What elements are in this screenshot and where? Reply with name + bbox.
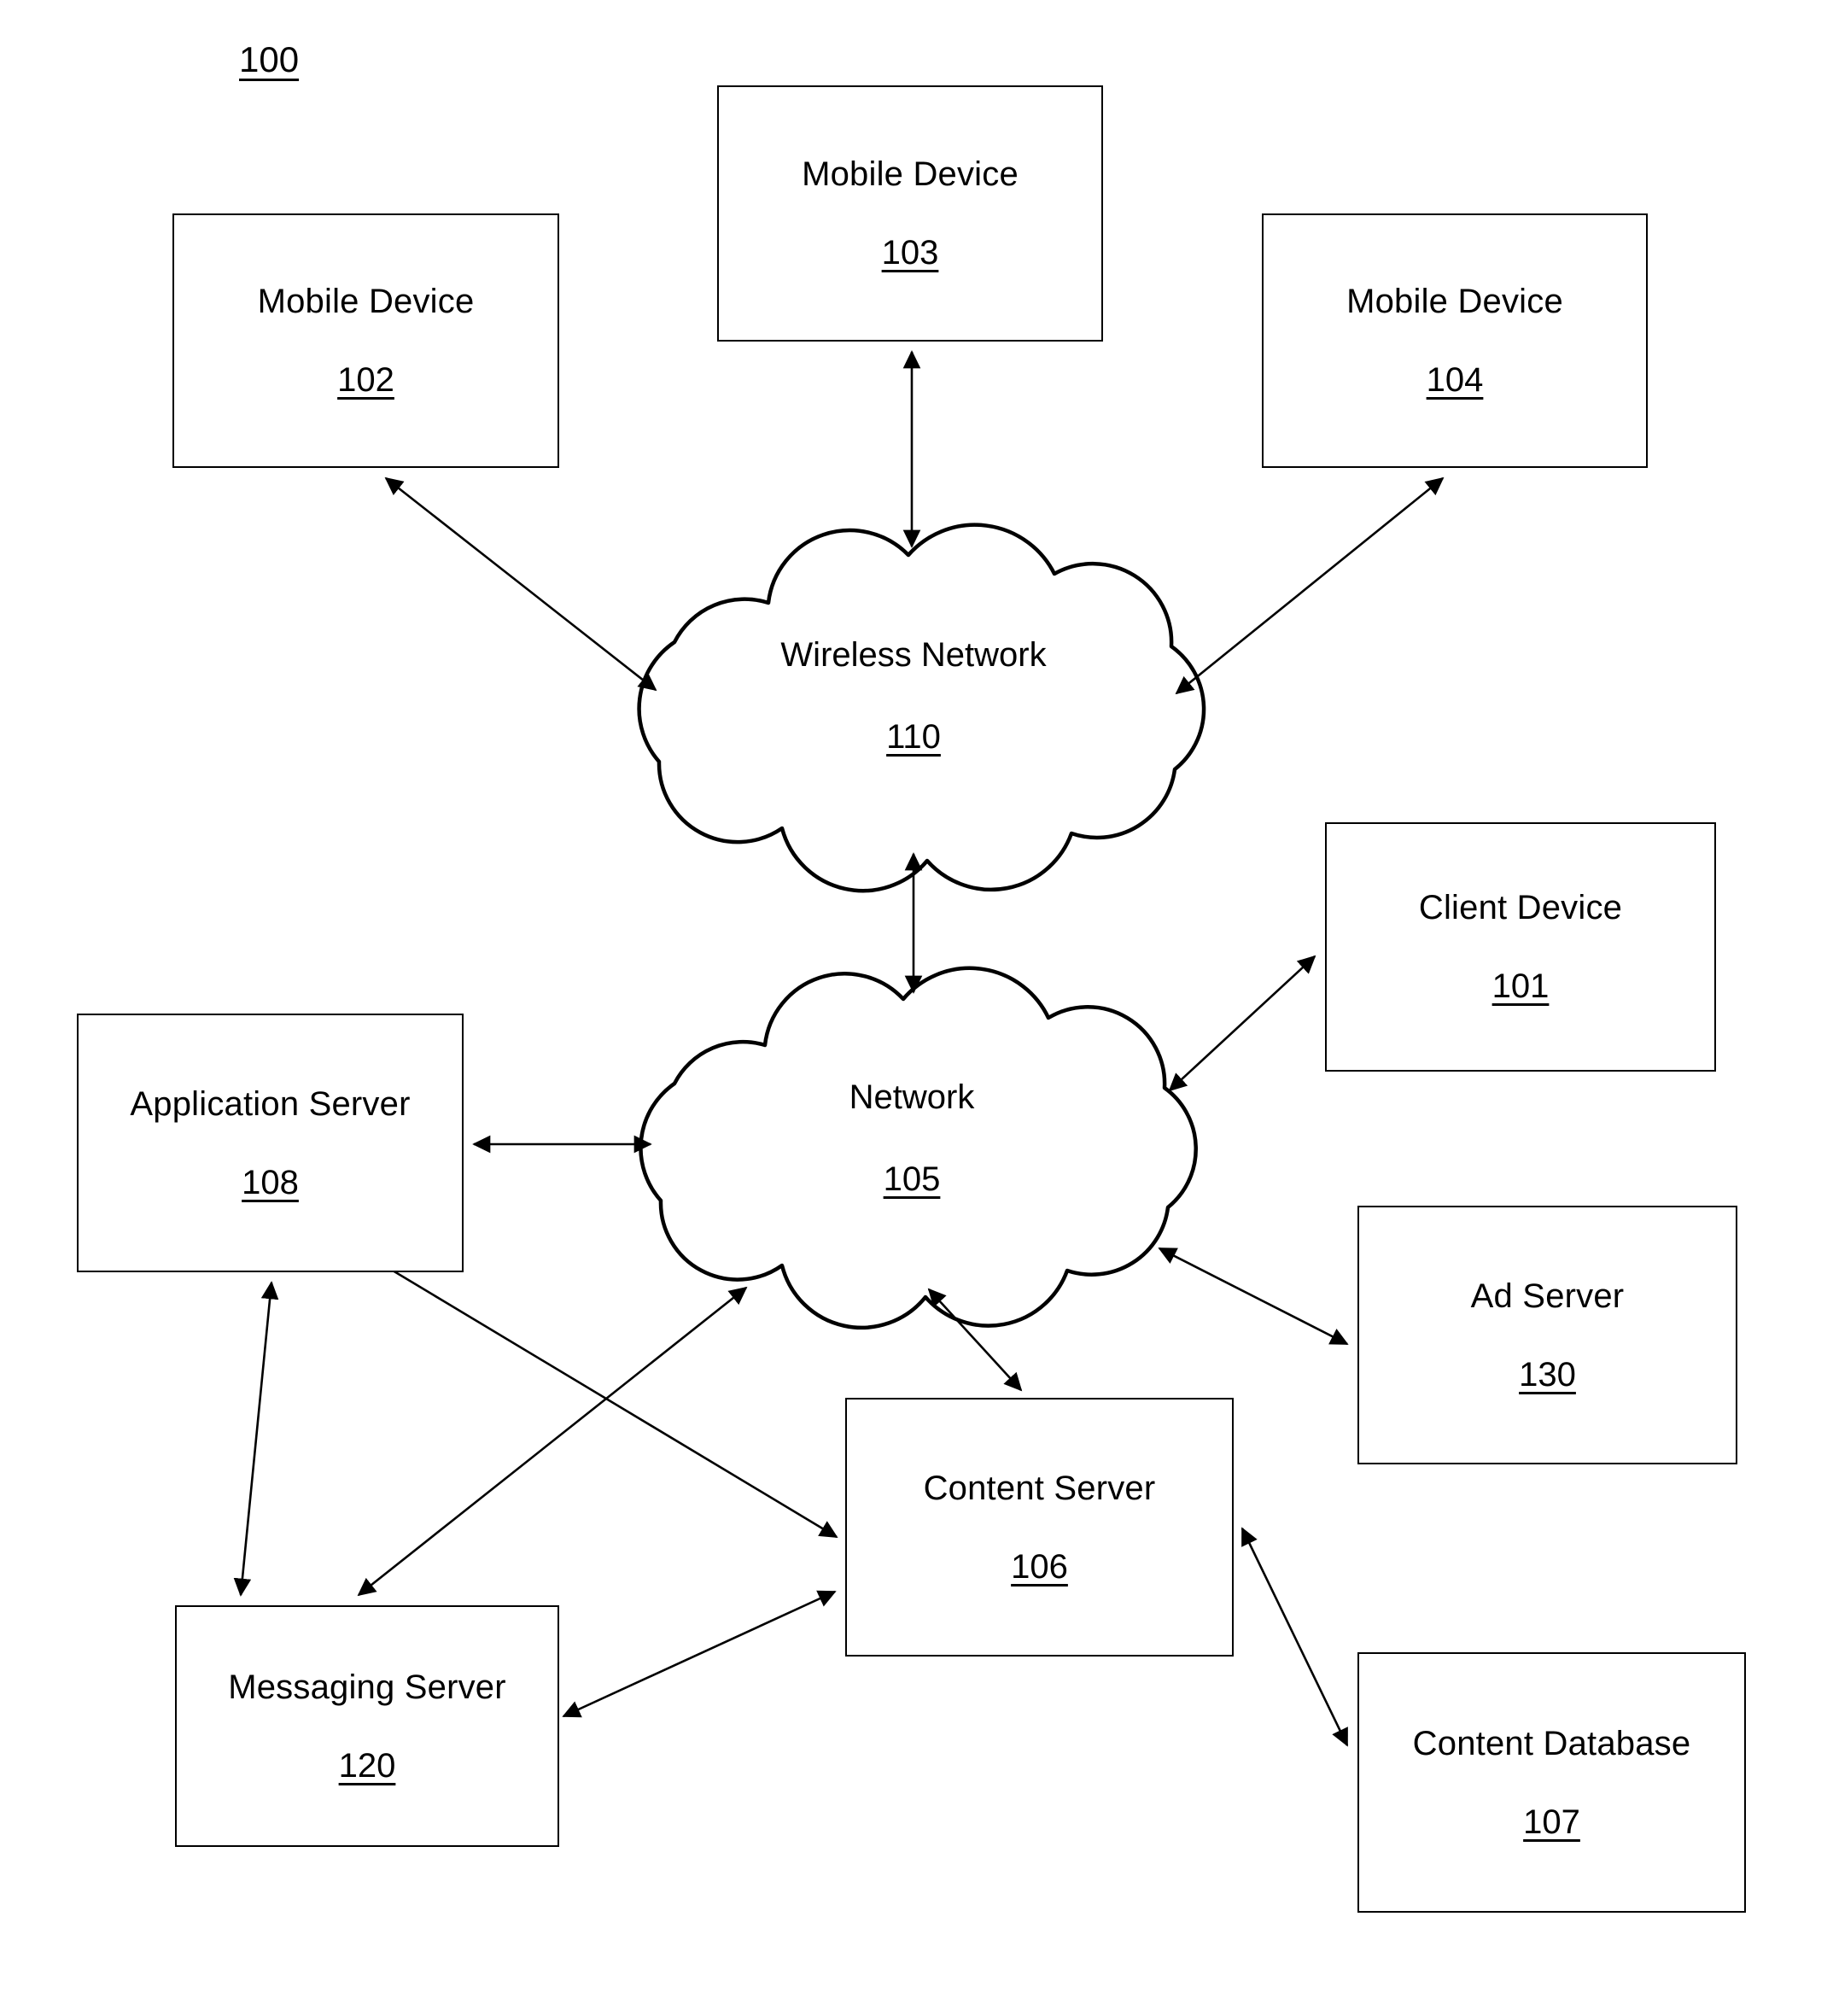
node-application-server-108-label: Application Server (130, 1084, 411, 1123)
node-mobile-device-104-ref: 104 (1426, 361, 1484, 399)
node-client-device-101-ref: 101 (1492, 967, 1550, 1005)
node-content-server-106-ref: 106 (1011, 1547, 1068, 1586)
connector-120-to-106 (562, 1590, 837, 1718)
node-application-server-108-ref: 108 (242, 1163, 299, 1201)
connector-102-to-110 (384, 476, 657, 692)
connector-108-to-120 (233, 1281, 279, 1597)
node-messaging-server-120-label: Messaging Server (228, 1668, 506, 1706)
node-content-server-106-label: Content Server (923, 1469, 1156, 1507)
node-client-device-101-label: Client Device (1418, 889, 1623, 926)
node-mobile-device-102[interactable]: Mobile Device 102 (172, 213, 559, 468)
node-client-device-101[interactable]: Client Device 101 (1325, 822, 1716, 1072)
node-mobile-device-103[interactable]: Mobile Device 103 (717, 85, 1103, 342)
node-content-database-107[interactable]: Content Database 107 (1357, 1652, 1746, 1913)
figure-number-label: 100 (239, 39, 300, 79)
node-messaging-server-120[interactable]: Messaging Server 120 (175, 1605, 559, 1847)
node-mobile-device-103-ref: 103 (881, 234, 939, 272)
connector-108-to-106 (340, 1238, 838, 1539)
node-application-server-108[interactable]: Application Server 108 (77, 1014, 464, 1272)
node-mobile-device-102-ref: 102 (337, 361, 394, 399)
node-ad-server-130-label: Ad Server (1470, 1277, 1625, 1315)
node-content-database-107-ref: 107 (1523, 1803, 1580, 1841)
node-mobile-device-102-label: Mobile Device (257, 283, 475, 320)
connector-105-to-130 (1158, 1247, 1349, 1346)
node-messaging-server-120-ref: 120 (338, 1746, 396, 1785)
node-ad-server-130[interactable]: Ad Server 130 (1357, 1206, 1737, 1464)
node-content-database-107-label: Content Database (1412, 1724, 1691, 1762)
node-mobile-device-103-label: Mobile Device (802, 155, 1019, 193)
node-mobile-device-104-label: Mobile Device (1346, 283, 1563, 320)
connector-104-to-110 (1175, 476, 1445, 695)
connector-105-to-101 (1168, 955, 1316, 1092)
network-cloud-outline (639, 966, 1198, 1330)
node-mobile-device-104[interactable]: Mobile Device 104 (1262, 213, 1648, 468)
connector-105-to-120 (357, 1286, 748, 1597)
node-content-server-106[interactable]: Content Server 106 (845, 1398, 1234, 1657)
network-architecture-diagram: 100 Mobile Device 102 Mobile Device 103 … (0, 0, 1833, 2016)
node-ad-server-130-ref: 130 (1519, 1355, 1576, 1394)
wireless-network-cloud-outline (637, 523, 1206, 893)
connector-106-to-107 (1240, 1527, 1349, 1747)
